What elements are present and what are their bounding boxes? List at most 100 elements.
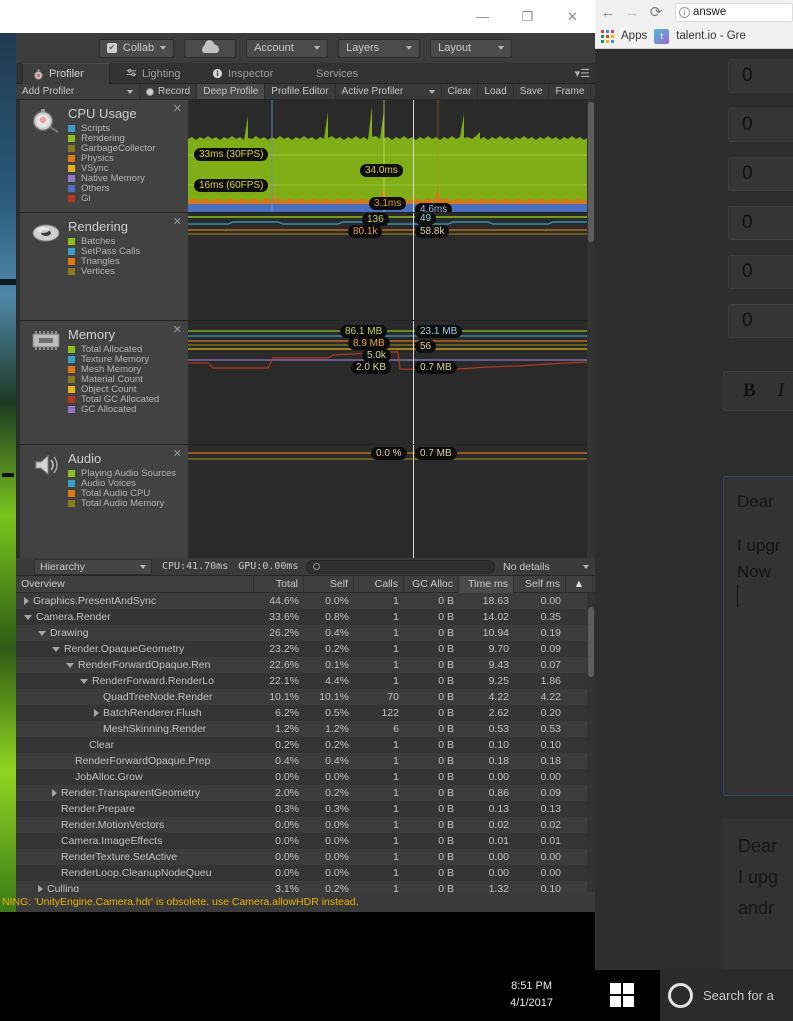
start-button[interactable] [610,983,634,1007]
record-button[interactable]: Record [140,84,198,99]
close-button[interactable]: ✕ [550,0,595,33]
table-row[interactable]: Camera.Render 33.6% 0.8% 1 0 B 14.02 0.35 [16,609,595,625]
deep-profile-button[interactable]: Deep Profile [197,84,266,99]
apps-grid-icon[interactable] [601,29,614,43]
details-dropdown[interactable]: No details [503,561,595,573]
col-gc-alloc[interactable]: GC Alloc [404,575,459,593]
profile-editor-button[interactable]: Profile Editor [265,84,336,99]
table-row[interactable]: Render.MotionVectors 0.0% 0.0% 1 0 B 0.02 0.02 [16,817,595,833]
legend-item[interactable]: Playing Audio Sources [68,468,176,479]
score-field-2[interactable]: 0 [728,108,793,142]
tab-lighting[interactable]: Lighting [116,63,196,84]
expander-down-icon[interactable] [38,630,46,636]
rendering-plot[interactable]: 136 80.1k 49 58.8k [188,213,587,320]
legend-item[interactable]: Physics [68,153,155,164]
save-button[interactable]: Save [514,84,550,99]
message-textarea[interactable]: Dear I upgr Now [723,476,793,796]
bookmark-talent-label[interactable]: talent.io - Gre [676,30,746,42]
table-row[interactable]: BatchRenderer.Flush 6.2% 0.5% 122 0 B 2.62 0.2… [16,705,595,721]
graph-scroll-thumb[interactable] [588,102,594,242]
maximize-button[interactable]: ❐ [505,0,550,33]
table-row[interactable]: Culling 3.1% 0.2% 1 0 B 1.32 0.10 [16,881,595,892]
sort-indicator-icon[interactable]: ▲ [566,575,593,593]
collab-button[interactable]: ✔ Collab [98,38,175,58]
memory-plot[interactable]: 86.1 MB 8.9 MB 5.0k 2.0 KB 23.1 MB 56 0.… [188,321,587,444]
table-row[interactable]: Render.OpaqueGeometry 23.2% 0.2% 1 0 B 9.70 0.… [16,641,595,657]
frame-cursor-line[interactable] [413,213,414,320]
account-button[interactable]: Account [246,38,329,58]
col-self-ms[interactable]: Self ms [514,575,566,593]
cortana-search-box[interactable]: Search for a [660,970,793,1021]
add-profiler-dropdown[interactable]: Add Profiler [16,84,140,99]
legend-item[interactable]: Triangles [68,256,140,267]
legend-item[interactable]: GarbageCollector [68,143,155,154]
col-time-ms[interactable]: Time ms [459,575,514,593]
table-row[interactable]: Camera.ImageEffects 0.0% 0.0% 1 0 B 0.01 0.01 [16,833,595,849]
score-field-5[interactable]: 0 [728,255,793,289]
back-icon[interactable]: ← [599,3,617,21]
load-button[interactable]: Load [478,84,514,99]
legend-item[interactable]: Audio Voices [68,478,176,489]
col-overview[interactable]: Overview [16,575,254,593]
legend-item[interactable]: Object Count [68,384,159,395]
frame-cursor-line[interactable] [413,445,414,558]
legend-item[interactable]: SetPass Calls [68,246,140,257]
bold-button[interactable]: B [743,380,756,402]
col-total[interactable]: Total [254,575,304,593]
table-scrollbar[interactable] [587,593,595,892]
expander-right-icon[interactable] [52,789,57,797]
table-row[interactable]: Render.TransparentGeometry 2.0% 0.2% 1 0 B 0.… [16,785,595,801]
layout-button[interactable]: Layout [430,38,513,58]
table-row[interactable]: QuadTreeNode.Render 10.1% 10.1% 70 0 B 4.22 4.… [16,689,595,705]
legend-item[interactable]: GC Allocated [68,404,159,415]
expander-down-icon[interactable] [24,614,32,620]
expander-right-icon[interactable] [94,709,99,717]
close-icon[interactable]: ✕ [173,447,182,460]
graph-scrollbar[interactable] [587,100,595,558]
table-row[interactable]: MeshSkinning.Render 1.2% 1.2% 6 0 B 0.53 0.53 [16,721,595,737]
tab-inspector[interactable]: Inspector [202,63,294,84]
table-row[interactable]: Graphics.PresentAndSync 44.6% 0.0% 1 0 B 18.6… [16,593,595,609]
score-field-6[interactable]: 0 [728,304,793,338]
legend-item[interactable]: Texture Memory [68,354,159,365]
taskbar-clock[interactable]: 8:51 PM 4/1/2017 [510,978,553,1012]
legend-item[interactable]: VSync [68,163,155,174]
legend-item[interactable]: Total GC Allocated [68,394,159,405]
table-row[interactable]: RenderForwardOpaque.Prep 0.4% 0.4% 1 0 B 0.18… [16,753,595,769]
legend-item[interactable]: Batches [68,236,140,247]
italic-button[interactable]: I [778,380,784,402]
legend-item[interactable]: Total Allocated [68,344,159,355]
tab-profiler[interactable]: Profiler [22,63,110,84]
legend-item[interactable]: Mesh Memory [68,364,159,375]
game-view-sliver[interactable] [0,33,16,912]
address-bar[interactable]: i answe [675,2,793,22]
bookmark-apps-label[interactable]: Apps [621,30,647,42]
expander-right-icon[interactable] [38,885,43,892]
close-icon[interactable]: ✕ [173,323,182,336]
search-input[interactable] [306,559,495,574]
expander-right-icon[interactable] [24,597,29,605]
legend-item[interactable]: Native Memory [68,173,155,184]
panel-menu-icon[interactable]: ▾☰ [575,67,590,80]
col-self[interactable]: Self [304,575,354,593]
layers-button[interactable]: Layers [338,38,421,58]
tab-services[interactable]: Services [306,63,386,84]
forward-icon[interactable]: → [623,3,641,21]
table-row[interactable]: RenderTexture.SetActive 0.0% 0.0% 1 0 B 0.00 0… [16,849,595,865]
table-row[interactable]: Clear 0.2% 0.2% 1 0 B 0.10 0.10 [16,737,595,753]
legend-item[interactable]: Rendering [68,133,155,144]
site-info-icon[interactable]: i [679,6,690,18]
hierarchy-mode-dropdown[interactable]: Hierarchy [34,558,152,575]
col-calls[interactable]: Calls [354,575,404,593]
table-row[interactable]: RenderLoop.CleanupNodeQueu 0.0% 0.0% 1 0 B 0.… [16,865,595,881]
expander-down-icon[interactable] [80,678,88,684]
active-profiler-dropdown[interactable]: Active Profiler [336,84,442,99]
table-row[interactable]: Drawing 26.2% 0.4% 1 0 B 10.94 0.19 [16,625,595,641]
frame-cursor-line[interactable] [413,321,414,444]
cloud-button[interactable] [184,38,237,58]
table-row[interactable]: Render.Prepare 0.3% 0.3% 1 0 B 0.13 0.13 [16,801,595,817]
legend-item[interactable]: Others [68,183,155,194]
close-icon[interactable]: ✕ [173,102,182,115]
minimize-button[interactable]: — [460,0,505,33]
audio-plot[interactable]: 0.0 % 0.7 MB [188,445,587,558]
